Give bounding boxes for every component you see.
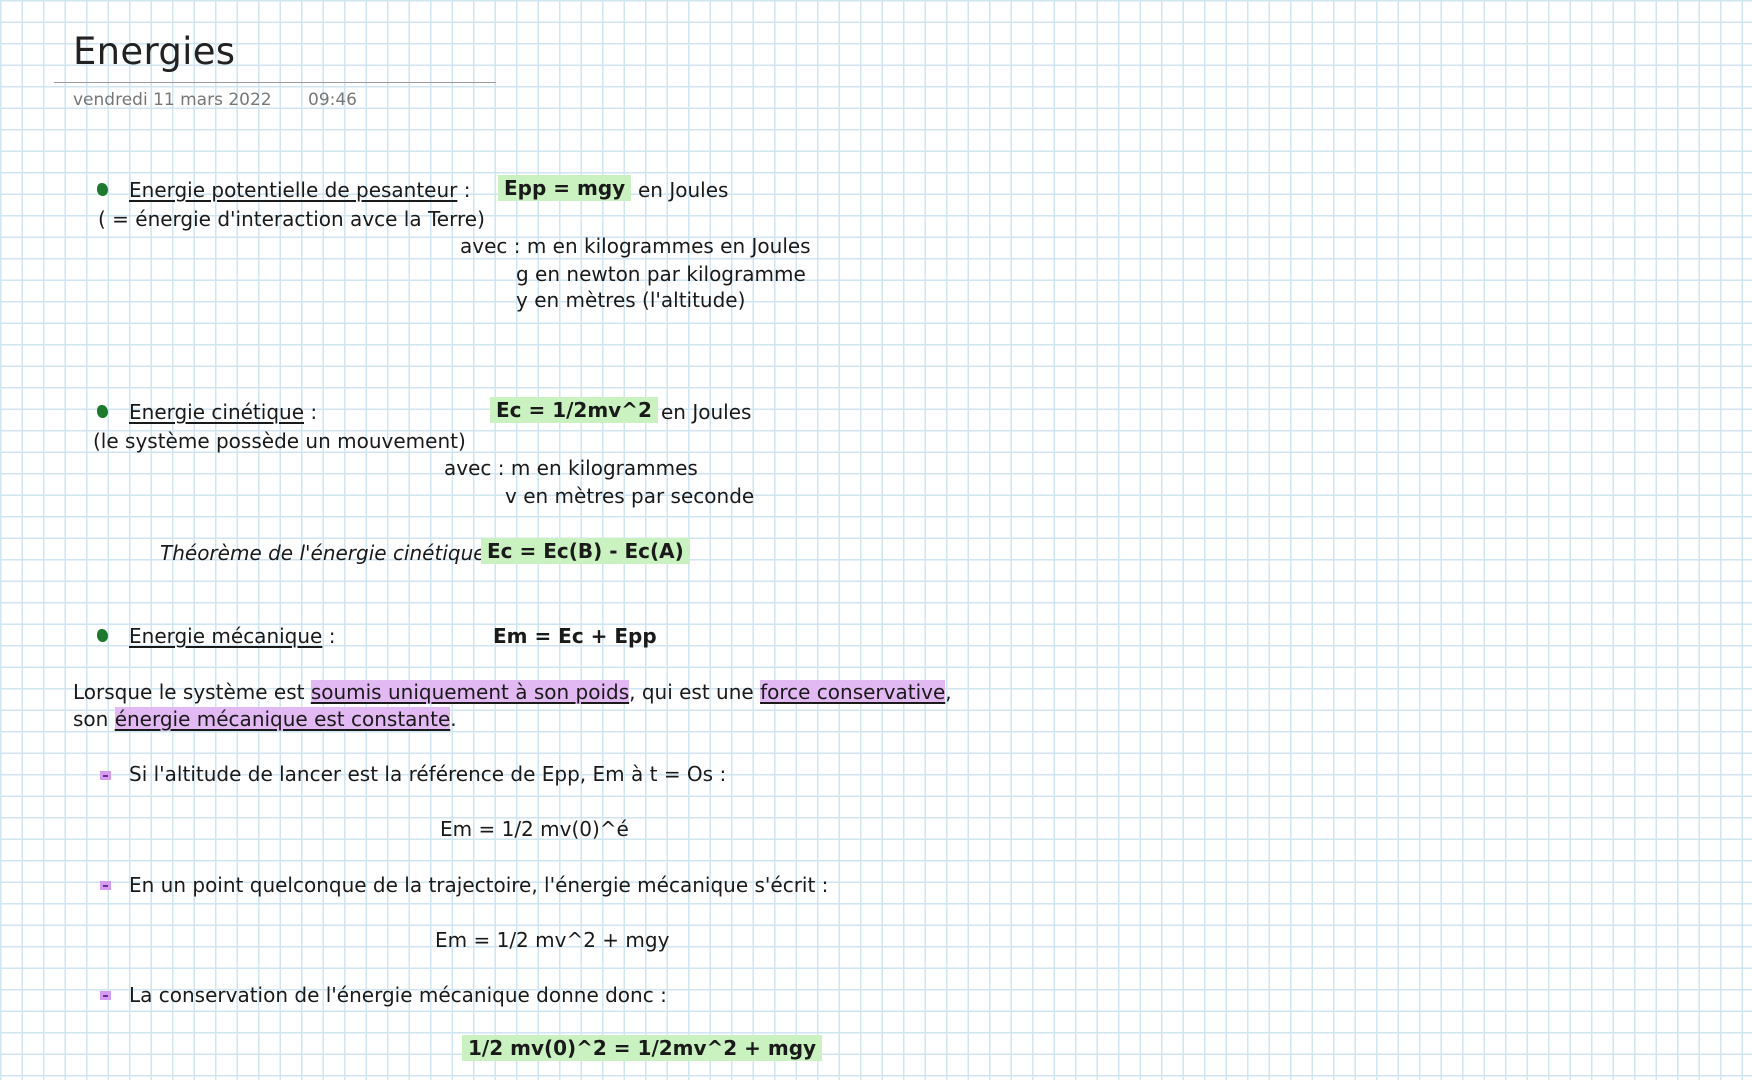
epp-avec-line2[interactable]: g en newton par kilogramme [516,262,806,286]
em-item-3-formula[interactable]: 1/2 mv(0)^2 = 1/2mv^2 + mgy [462,1035,823,1061]
em-item-3-formula-text: 1/2 mv(0)^2 = 1/2mv^2 + mgy [462,1035,823,1061]
page-time: 09:46 [308,90,357,110]
theorem-formula[interactable]: Ec = Ec(B) - Ec(A) [481,538,690,564]
ec-heading: Energie cinétique [129,400,305,424]
purple-bullet-icon [100,991,111,1000]
em-para-text: son [73,707,115,731]
em-heading-line[interactable]: Energie mécanique : [129,624,335,648]
em-formula[interactable]: Em = Ec + Epp [493,624,657,648]
em-item-3[interactable]: La conservation de l'énergie mécanique d… [129,983,667,1007]
em-heading: Energie mécanique [129,624,323,648]
green-bullet-icon [97,629,108,642]
green-bullet-icon [97,405,108,418]
page-title[interactable]: Energies [73,30,235,73]
em-para-text: , [945,680,952,704]
ec-unit[interactable]: en Joules [661,400,751,424]
theorem-formula-text: Ec = Ec(B) - Ec(A) [481,538,690,564]
theorem-label[interactable]: Théorème de l'énergie cinétique : [160,541,499,565]
ec-formula[interactable]: Ec = 1/2mv^2 [490,397,658,423]
epp-avec-line1[interactable]: avec : m en kilogrammes en Joules [460,234,811,258]
em-para-text: , qui est une [629,680,761,704]
ec-subtitle[interactable]: (le système possède un mouvement) [93,429,466,453]
epp-avec-line3[interactable]: y en mètres (l'altitude) [516,288,745,312]
em-item-2-formula[interactable]: Em = 1/2 mv^2 + mgy [435,928,669,952]
em-para-text: . [450,707,457,731]
em-paragraph-line2[interactable]: son énergie mécanique est constante. [73,707,457,731]
title-divider [54,82,496,83]
em-paragraph-line1[interactable]: Lorsque le système est soumis uniquement… [73,680,952,704]
ec-heading-line[interactable]: Energie cinétique : [129,400,317,424]
epp-unit[interactable]: en Joules [638,178,728,202]
ec-avec-line1[interactable]: avec : m en kilogrammes [444,456,698,480]
ec-formula-text: Ec = 1/2mv^2 [490,397,658,423]
purple-bullet-icon [100,881,111,890]
epp-formula[interactable]: Epp = mgy [498,175,632,201]
epp-heading-suffix: : [463,178,471,202]
em-para-highlight-constante: énergie mécanique est constante [114,707,451,731]
purple-bullet-icon [100,771,111,780]
em-heading-suffix: : [328,624,336,648]
green-bullet-icon [97,183,108,196]
ec-heading-suffix: : [310,400,318,424]
epp-subtitle[interactable]: ( = énergie d'interaction avce la Terre) [98,207,485,231]
em-item-1-formula[interactable]: Em = 1/2 mv(0)^é [440,817,629,841]
epp-heading: Energie potentielle de pesanteur [129,178,458,202]
em-item-2[interactable]: En un point quelconque de la trajectoire… [129,873,828,897]
em-item-1[interactable]: Si l'altitude de lancer est la référence… [129,762,726,786]
ec-avec-line2[interactable]: v en mètres par seconde [505,484,754,508]
epp-heading-line[interactable]: Energie potentielle de pesanteur : [129,178,471,202]
em-para-text: Lorsque le système est [73,680,311,704]
em-para-highlight-poids: soumis uniquement à son poids [310,680,630,704]
page-date: vendredi 11 mars 2022 [73,90,272,110]
em-para-highlight-force: force conservative [760,680,946,704]
epp-formula-text: Epp = mgy [498,175,632,201]
